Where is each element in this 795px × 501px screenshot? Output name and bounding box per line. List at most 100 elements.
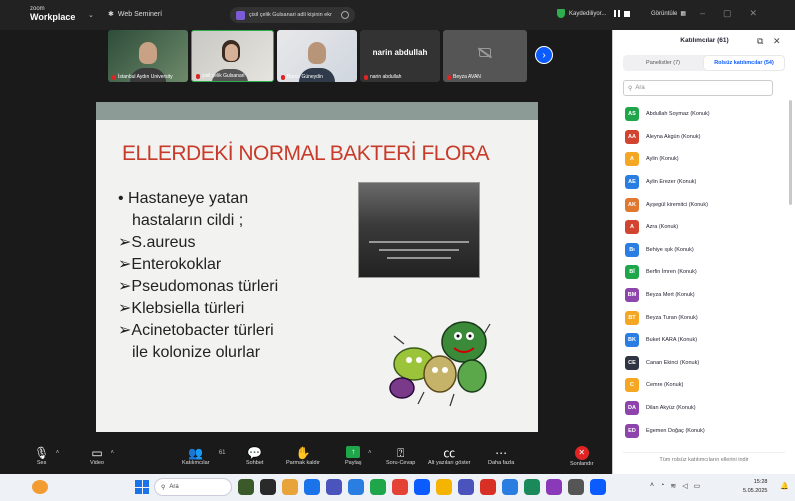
captions-button[interactable]: ㏄ Alt yazıları göster (428, 446, 471, 466)
app-icon[interactable] (524, 479, 540, 495)
video-tile[interactable]: narin abdullah narin abdullah (360, 30, 440, 82)
app-icon[interactable] (238, 479, 254, 495)
slide-line: ➢S.aureus (118, 234, 196, 251)
chevron-up-icon[interactable]: ˄ (650, 482, 654, 490)
zoom-app-icon[interactable] (414, 479, 430, 495)
app-icon[interactable] (436, 479, 452, 495)
share-label: çisil çelik Gulsanari adli kişinin ekr (249, 12, 332, 18)
participant-row[interactable]: BK Buket KARA (Konuk) (625, 329, 783, 352)
app-icon[interactable] (568, 479, 584, 495)
qa-label: Soru-Cevap (386, 460, 416, 466)
participants-panel: Katılımcılar (61) ⧉ ✕ Panelistler (7) Ro… (612, 30, 795, 474)
webinar-text: Web Seminerí (117, 10, 163, 18)
participant-row[interactable]: AE Aylin Erezer (Konuk) (625, 171, 783, 194)
battery-icon[interactable]: ▭ (694, 482, 701, 490)
video-tile[interactable]: İstanbul Aydın University (108, 30, 188, 82)
lower-all-hands-button[interactable]: Tüm rolsüz katılımcıların ellerini indir (623, 452, 785, 466)
minimize-icon[interactable]: – (700, 8, 705, 19)
participant-row[interactable]: A Azra (Konuk) (625, 216, 783, 239)
slide-title: ELLERDEKİ NORMAL BAKTERİ FLORA (122, 142, 490, 165)
speaker-icon[interactable]: ◁ (682, 482, 687, 490)
participant-row[interactable]: C Cemre (Konuk) (625, 374, 783, 397)
logo-workplace: Workplace (30, 12, 76, 22)
participant-row[interactable]: BT Beyza Turan (Konuk) (625, 306, 783, 329)
app-icon[interactable] (260, 479, 276, 495)
participant-row[interactable]: ED Egemen Doğaç (Konuk) (625, 419, 783, 442)
file-explorer-icon[interactable] (282, 479, 298, 495)
next-page-button[interactable]: › (535, 46, 553, 64)
raise-hand-button[interactable]: ✋ Parmak kaldır (286, 446, 320, 466)
screen-share-indicator[interactable]: çisil çelik Gulsanari adli kişinin ekr (230, 7, 355, 23)
participant-row[interactable]: Bİ Berfin İmren (Konuk) (625, 261, 783, 284)
participant-row[interactable]: BM Beyza Mert (Konuk) (625, 284, 783, 307)
close-icon[interactable]: ✕ (773, 30, 781, 52)
more-button[interactable]: ⋯ Daha fazla (488, 446, 514, 466)
chat-icon: 💬 (247, 446, 263, 460)
pause-icon[interactable] (614, 10, 621, 17)
chrome-icon[interactable] (392, 479, 408, 495)
stop-share-icon[interactable] (341, 11, 349, 19)
chevron-down-icon[interactable]: ⌄ (88, 11, 94, 19)
participant-name: Aylin (Konuk) (646, 156, 679, 163)
view-menu[interactable]: Görüntüle ▦ (651, 10, 686, 18)
clock-date: 5.05.2025 (743, 488, 768, 494)
audio-button[interactable]: 🎙 Ses ˄ (34, 446, 59, 466)
app-icon[interactable] (458, 479, 474, 495)
participant-row[interactable]: CE Canan Ekinci (Konuk) (625, 352, 783, 375)
app-icon[interactable] (590, 479, 606, 495)
mic-muted-icon: 🎙 (34, 446, 50, 460)
meeting-toolbar: 🎙 Ses ˄ ▭ Video ˄ 👥 Katılımcılar 61 💬 So… (0, 440, 612, 474)
video-tile-display-name: narin abdullah (372, 48, 428, 57)
stop-icon[interactable] (624, 10, 631, 17)
taskbar-search-input[interactable]: ⚲ Ara (154, 478, 232, 496)
avatar: AA (625, 129, 639, 144)
clock-time: 15:28 (753, 479, 768, 485)
maximize-icon[interactable]: ▢ (723, 8, 732, 19)
chevron-up-icon[interactable]: ˄ (56, 450, 60, 456)
video-tile-active[interactable]: çisil çelik Gulsanari (191, 30, 274, 82)
video-tile[interactable]: Beyza AVAN (443, 30, 527, 82)
photo-bed-row (387, 257, 451, 259)
tab-panelists[interactable]: Panelistler (7) (623, 55, 703, 71)
network-icon[interactable]: ◔ (660, 482, 664, 490)
app-icon[interactable] (304, 479, 320, 495)
app-icon[interactable] (546, 479, 562, 495)
clock[interactable]: 15:28 5.05.2025 (743, 478, 767, 496)
panel-title: Katılımcılar (61) (680, 37, 729, 44)
share-button[interactable]: ↑ Paylaş ˄ (345, 446, 372, 466)
slide-line: ➢Pseudomonas türleri (118, 278, 279, 295)
app-icon[interactable] (480, 479, 496, 495)
webinar-label[interactable]: ✱ Web Seminerí (108, 10, 163, 19)
participant-row[interactable]: AK Ayşegül kiremitci (Konuk) (625, 193, 783, 216)
popout-icon[interactable]: ⧉ (757, 30, 763, 52)
start-button[interactable] (135, 480, 149, 494)
video-tile-name: çisil çelik Gulsanari (196, 73, 245, 79)
slide-body: • Hastaneye yatan hastaların cildi ; ➢S.… (118, 188, 348, 364)
app-icon[interactable] (502, 479, 518, 495)
chat-button[interactable]: 💬 Sohbet (246, 446, 263, 466)
scrollbar[interactable] (789, 100, 792, 205)
participant-search-input[interactable]: ⚲ Ara (623, 80, 773, 96)
chevron-up-icon[interactable]: ˄ (368, 450, 372, 456)
chevron-up-icon[interactable]: ˄ (110, 450, 114, 456)
participants-button[interactable]: 👥 Katılımcılar 61 (182, 446, 226, 466)
participant-row[interactable]: Bı Behiye ışık (Konuk) (625, 239, 783, 262)
wifi-icon[interactable]: ≋ (670, 482, 676, 490)
participant-row[interactable]: A Aylin (Konuk) (625, 148, 783, 171)
qa-button[interactable]: ⍰ Soru-Cevap (386, 446, 415, 466)
weather-icon[interactable] (32, 480, 48, 494)
video-button[interactable]: ▭ Video ˄ (90, 446, 114, 466)
end-button[interactable]: ✕ Sonlandır (570, 446, 594, 467)
edge-icon[interactable] (348, 479, 364, 495)
tab-attendees[interactable]: Rolsüz katılımcılar (54) (704, 56, 784, 70)
close-icon[interactable]: ✕ (750, 8, 758, 19)
participant-row[interactable]: DA Dilan Akyüz (Konuk) (625, 397, 783, 420)
notification-icon[interactable]: 🔔 (780, 482, 789, 490)
video-tile[interactable]: Burcu Güneydin (277, 30, 357, 82)
participant-row[interactable]: AA Aleyna Akgün (Konuk) (625, 126, 783, 149)
teams-icon[interactable] (326, 479, 342, 495)
more-label: Daha fazla (488, 460, 515, 466)
app-icon[interactable] (370, 479, 386, 495)
participant-row[interactable]: AS Abdullah Soymaz (Konuk) (625, 103, 783, 126)
participant-name: Abdullah Soymaz (Konuk) (646, 111, 710, 118)
